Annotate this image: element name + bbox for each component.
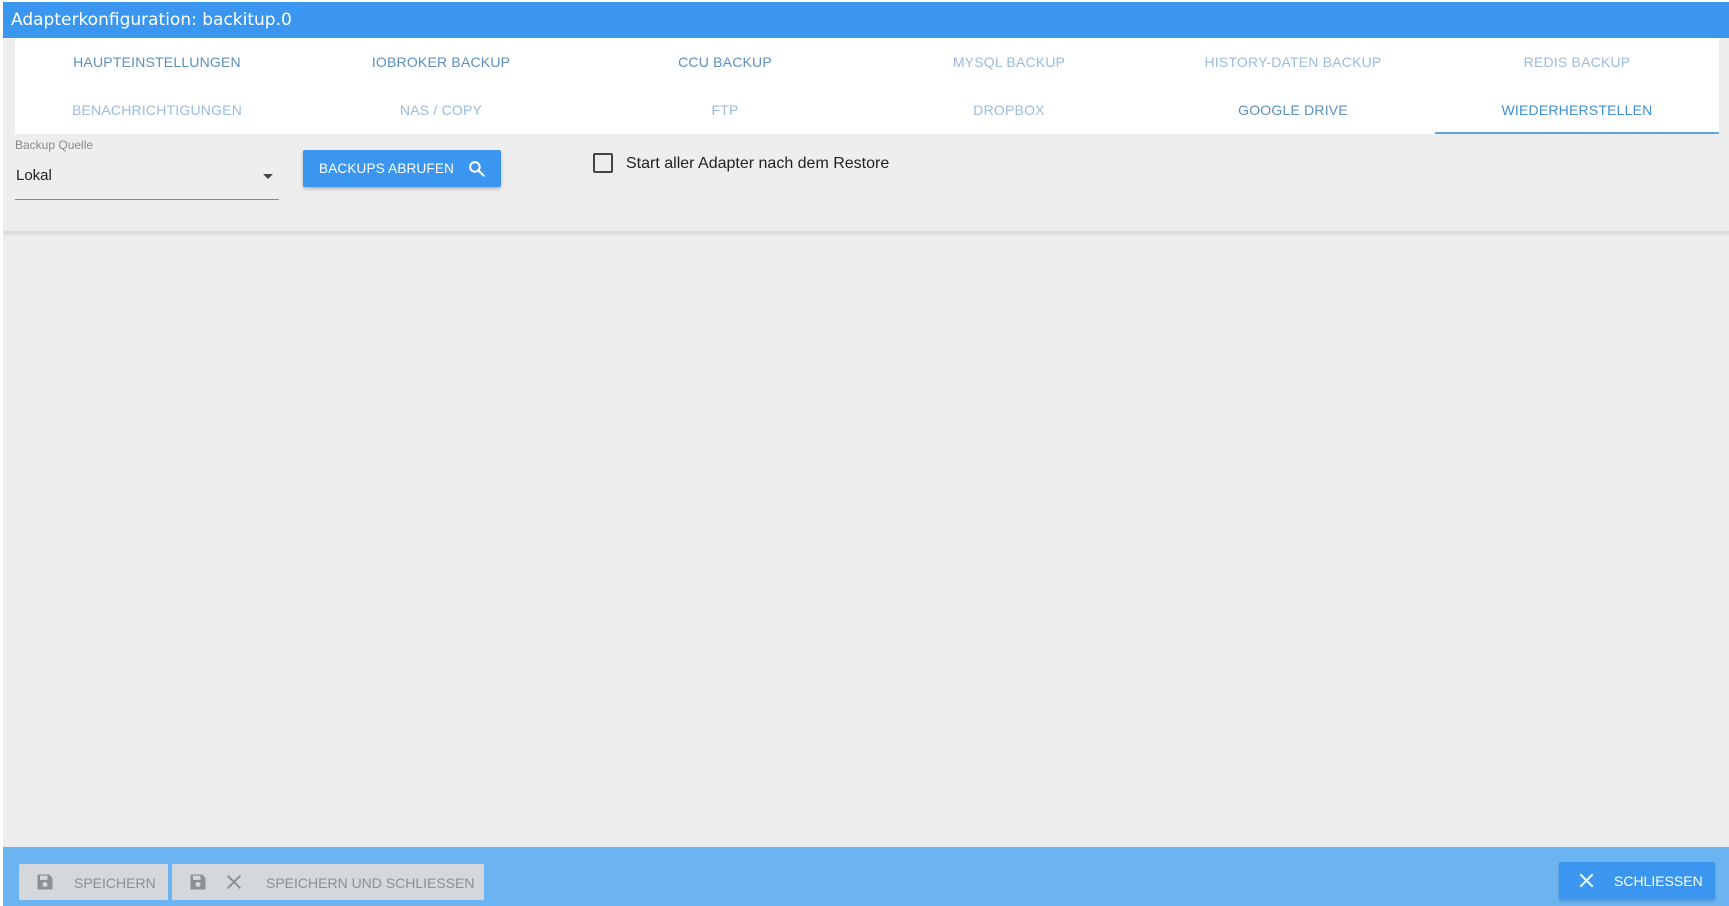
tab-mysql-backup[interactable]: MYSQL BACKUP: [867, 38, 1151, 86]
start-adapters-label: Start aller Adapter nach dem Restore: [626, 155, 890, 172]
floppy-disk-icon: [37, 874, 53, 890]
close-label: SCHLIESSEN: [1614, 873, 1703, 889]
backup-source-select[interactable]: Lokal: [15, 162, 279, 200]
chevron-down-icon: [263, 174, 273, 179]
tab-wiederherstellen[interactable]: WIEDERHERSTELLEN: [1435, 86, 1719, 134]
fetch-backups-button[interactable]: BACKUPS ABRUFEN: [303, 150, 501, 187]
save-label: SPEICHERN: [74, 875, 156, 891]
close-icon: [227, 875, 241, 889]
dialog-footer: SPEICHERN SPEICHERN UND SCHLIESSEN SCHLI…: [3, 847, 1729, 906]
fetch-backups-label: BACKUPS ABRUFEN: [319, 161, 455, 176]
close-icon: [1579, 873, 1594, 888]
tab-google-drive[interactable]: GOOGLE DRIVE: [1151, 86, 1435, 134]
start-adapters-checkbox[interactable]: [593, 153, 613, 173]
search-icon: [469, 161, 485, 177]
save-and-close-label: SPEICHERN UND SCHLIESSEN: [266, 875, 475, 891]
backup-source-value: Lokal: [16, 167, 52, 184]
close-button[interactable]: SCHLIESSEN: [1559, 862, 1715, 899]
tab-bar: HAUPTEINSTELLUNGEN IOBROKER BACKUP CCU B…: [15, 38, 1719, 134]
adapter-config-dialog: Adapterkonfiguration: backitup.0 HAUPTEI…: [3, 2, 1729, 906]
backup-source-label: Backup Quelle: [15, 138, 94, 152]
tab-iobroker-backup[interactable]: IOBROKER BACKUP: [299, 38, 583, 86]
tab-haupteinstellungen[interactable]: HAUPTEINSTELLUNGEN: [15, 38, 299, 86]
tab-ccu-backup[interactable]: CCU BACKUP: [583, 38, 867, 86]
dialog-title: Adapterkonfiguration: backitup.0: [3, 2, 1729, 38]
tab-redis-backup[interactable]: REDIS BACKUP: [1435, 38, 1719, 86]
section-divider: [3, 231, 1729, 234]
floppy-disk-icon: [190, 874, 206, 890]
save-button[interactable]: SPEICHERN: [19, 864, 168, 900]
tab-dropbox[interactable]: DROPBOX: [867, 86, 1151, 134]
tab-ftp[interactable]: FTP: [583, 86, 867, 134]
tab-nas-copy[interactable]: NAS / COPY: [299, 86, 583, 134]
tab-benachrichtigungen[interactable]: BENACHRICHTIGUNGEN: [15, 86, 299, 134]
save-and-close-button[interactable]: SPEICHERN UND SCHLIESSEN: [172, 864, 484, 900]
tab-history-daten-backup[interactable]: HISTORY-DATEN BACKUP: [1151, 38, 1435, 86]
